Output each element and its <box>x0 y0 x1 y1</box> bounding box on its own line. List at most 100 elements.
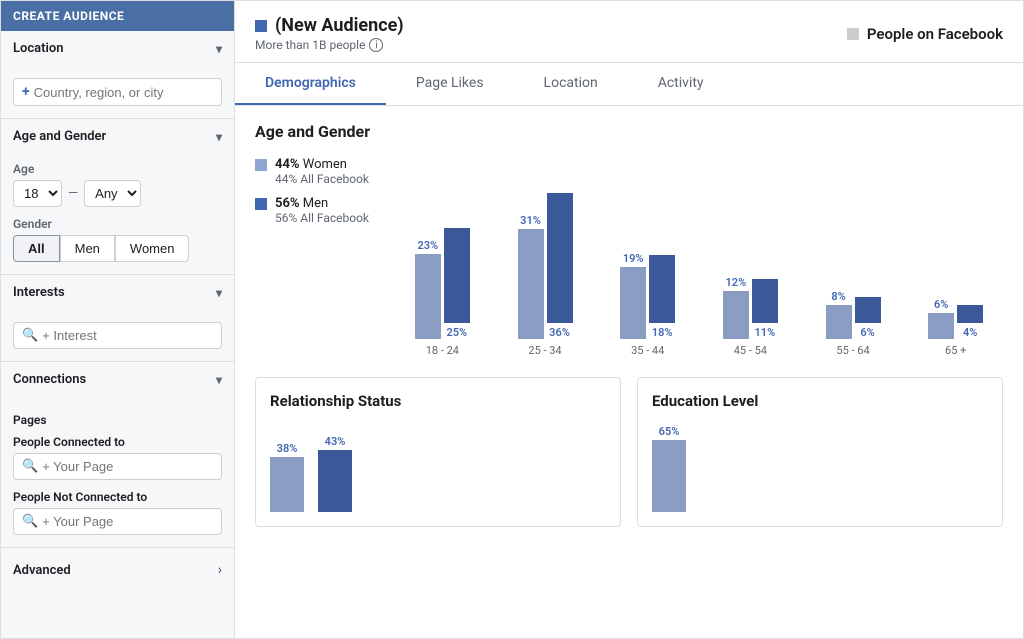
men-bar-rect <box>957 305 983 323</box>
location-chevron: ▾ <box>216 42 222 56</box>
women-bar-rect <box>928 313 954 339</box>
connections-content: Pages People Connected to 🔍 People Not C… <box>1 397 234 547</box>
age-group: 6%4% 65 + <box>908 298 1003 357</box>
men-bar: 36% <box>547 193 573 339</box>
education-level-card: Education Level 65% <box>637 377 1003 527</box>
audience-square-icon <box>255 20 267 32</box>
women-bar: 12% <box>723 276 749 339</box>
location-label: Location <box>13 41 64 56</box>
facebook-people-label: People on Facebook <box>867 25 1003 43</box>
advanced-row[interactable]: Advanced › <box>1 548 234 592</box>
location-plus-icon: + <box>22 84 30 100</box>
people-connected-label: People Connected to <box>13 435 222 449</box>
people-not-connected-input-wrap[interactable]: 🔍 <box>13 508 222 535</box>
women-pct: 44% <box>275 157 300 172</box>
sidebar-header: CREATE AUDIENCE <box>1 1 234 31</box>
men-bar: 25% <box>444 228 470 339</box>
women-bar: 6% <box>928 298 954 339</box>
gender-buttons: All Men Women <box>13 235 222 262</box>
gender-women-button[interactable]: Women <box>115 235 190 262</box>
women-bar: 19% <box>620 252 646 339</box>
info-icon[interactable]: i <box>369 38 383 52</box>
age-from-select[interactable]: 18 <box>13 180 62 207</box>
connections-chevron: ▾ <box>216 373 222 387</box>
main-content: (New Audience) More than 1B people i Peo… <box>235 1 1023 638</box>
sidebar-section-interests: Interests ▾ 🔍 <box>1 275 234 362</box>
women-bar: 8% <box>826 290 852 339</box>
sidebar-section-location: Location ▾ + <box>1 31 234 119</box>
audience-title-block: (New Audience) More than 1B people i <box>255 15 404 52</box>
gender-field-label: Gender <box>13 217 222 231</box>
age-gender-chart: 44% Women 44% All Facebook 56% Men 56% A… <box>255 157 1003 357</box>
advanced-label: Advanced <box>13 563 71 578</box>
fb-square-icon <box>847 28 859 40</box>
women-bar: 23% <box>415 239 441 339</box>
men-bar: 11% <box>752 279 778 339</box>
women-bar: 31% <box>518 214 544 339</box>
women-bar-rect <box>415 254 441 339</box>
age-gender-chevron: ▾ <box>216 130 222 144</box>
sidebar-section-age-gender: Age and Gender ▾ Age 18 — Any Gender All <box>1 119 234 275</box>
tabs-bar: Demographics Page Likes Location Activit… <box>235 63 1023 106</box>
age-x-label: 55 - 64 <box>836 344 869 357</box>
women-label: Women <box>303 157 347 172</box>
people-connected-input-wrap[interactable]: 🔍 <box>13 453 222 480</box>
men-bar: 18% <box>649 255 675 339</box>
men-label: Men <box>303 196 328 211</box>
relationship-bar-group: 38% <box>270 442 304 512</box>
sidebar-section-connections: Connections ▾ Pages People Connected to … <box>1 362 234 548</box>
chart-legend: 44% Women 44% All Facebook 56% Men 56% A… <box>255 157 375 225</box>
age-row: 18 — Any <box>13 180 222 207</box>
education-bar-chart: 65% <box>652 422 988 512</box>
audience-subtitle: More than 1B people i <box>255 38 404 52</box>
men-bar: 4% <box>957 305 983 339</box>
charts-area: Age and Gender 44% Women 44% All Faceboo… <box>235 106 1023 638</box>
relationship-bar-chart: 38%43% <box>270 422 606 512</box>
relationship-bar-rect <box>318 450 352 512</box>
interest-input[interactable] <box>42 328 213 343</box>
relationship-bar-rect <box>270 457 304 512</box>
interests-section-header[interactable]: Interests ▾ <box>1 275 234 310</box>
men-bar-rect <box>444 228 470 323</box>
relationship-status-card: Relationship Status 38%43% <box>255 377 621 527</box>
tab-page-likes[interactable]: Page Likes <box>386 63 514 105</box>
men-legend-text: 56% Men 56% All Facebook <box>275 196 369 225</box>
interests-label: Interests <box>13 285 65 300</box>
men-pct: 56% <box>275 196 300 211</box>
tab-location[interactable]: Location <box>514 63 628 105</box>
audience-header: (New Audience) More than 1B people i Peo… <box>235 1 1023 63</box>
women-sub: 44% All Facebook <box>275 172 369 186</box>
tab-activity[interactable]: Activity <box>628 63 734 105</box>
age-x-label: 45 - 54 <box>734 344 767 357</box>
age-field-label: Age <box>13 162 222 176</box>
location-section-header[interactable]: Location ▾ <box>1 31 234 66</box>
not-connected-search-icon: 🔍 <box>22 514 38 529</box>
location-input[interactable] <box>34 85 213 100</box>
tab-demographics[interactable]: Demographics <box>235 63 386 105</box>
men-bar: 6% <box>855 297 881 339</box>
age-to-select[interactable]: Any <box>84 180 141 207</box>
interest-input-wrap[interactable]: 🔍 <box>13 322 222 349</box>
men-sub: 56% All Facebook <box>275 211 369 225</box>
age-x-label: 35 - 44 <box>631 344 664 357</box>
people-not-connected-input[interactable] <box>42 514 213 529</box>
audience-subtitle-text: More than 1B people <box>255 38 365 52</box>
age-x-label: 65 + <box>945 344 966 357</box>
age-gender-content: Age 18 — Any Gender All Men Women <box>1 154 234 274</box>
connections-label: Connections <box>13 372 86 387</box>
age-gender-section-header[interactable]: Age and Gender ▾ <box>1 119 234 154</box>
gender-men-button[interactable]: Men <box>60 235 115 262</box>
age-group: 12%11% 45 - 54 <box>703 276 798 357</box>
connected-search-icon: 🔍 <box>22 459 38 474</box>
women-bar-rect <box>620 267 646 339</box>
connections-section-header[interactable]: Connections ▾ <box>1 362 234 397</box>
age-bar-chart: 23%25%18 - 2431%36%25 - 3419%18%35 - 441… <box>395 157 1003 357</box>
men-bar-rect <box>547 193 573 323</box>
gender-all-button[interactable]: All <box>13 235 60 262</box>
interests-content: 🔍 <box>1 310 234 361</box>
women-bar-rect <box>723 291 749 339</box>
location-input-wrap[interactable]: + <box>13 78 222 106</box>
people-connected-input[interactable] <box>42 459 213 474</box>
women-legend-text: 44% Women 44% All Facebook <box>275 157 369 186</box>
age-gender-section-title: Age and Gender <box>255 122 1003 141</box>
